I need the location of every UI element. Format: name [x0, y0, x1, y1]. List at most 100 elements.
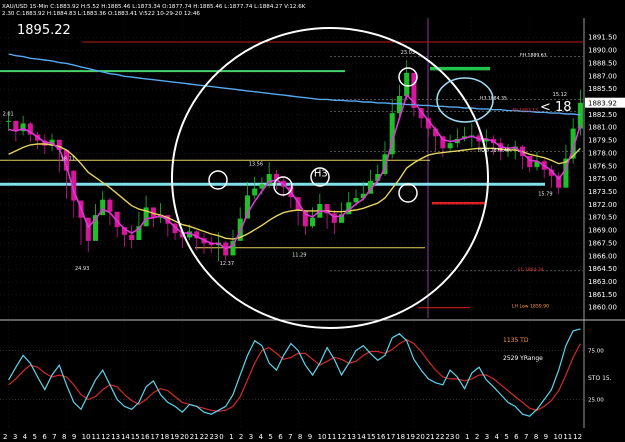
candle-body: [447, 143, 453, 149]
price-tick-label: 1878.00: [588, 149, 617, 157]
price-tick-label: 1890.00: [588, 47, 617, 55]
price-tick-label: 1887.00: [588, 72, 617, 80]
time-tick-label: 18: [160, 433, 169, 441]
trading-chart[interactable]: 2.0118.7124.9313.5612.3711.2923.0315.791…: [0, 0, 625, 442]
time-tick-label: 10: [82, 433, 91, 441]
level-annotation: RDIR 1878.40: [478, 148, 510, 154]
osc-label: STO 15.: [588, 375, 612, 382]
time-tick-label: 15: [367, 433, 376, 441]
time-tick-label: 7: [288, 433, 292, 441]
time-tick-label: 13: [347, 433, 356, 441]
time-tick-label: 8: [534, 433, 538, 441]
time-tick-label: 9: [544, 433, 548, 441]
level-annotation: FL 1864.34: [518, 267, 544, 273]
swing-label: 13.56: [249, 161, 263, 167]
price-tick-label: 1870.50: [588, 214, 617, 222]
time-tick-label: 11: [327, 433, 336, 441]
time-tick-label: 17: [150, 433, 159, 441]
arrow-label: < 18: [540, 100, 572, 115]
time-tick-label: 8: [62, 433, 66, 441]
price-tick-label: 1864.50: [588, 265, 617, 273]
time-tick-label: 5: [268, 433, 272, 441]
time-tick-label: 12: [573, 433, 582, 441]
candle-body: [310, 217, 316, 227]
price-tick-label: 1881.00: [588, 124, 617, 132]
price-tick-label: 1860.00: [588, 304, 617, 312]
time-tick-label: 19: [170, 433, 179, 441]
level-annotation: LH Low 1859.90: [512, 304, 549, 310]
price-tick-label: 1888.50: [588, 59, 617, 67]
level-annotation: FH 1889.63: [520, 53, 547, 59]
price-tick-label: 1866.00: [588, 252, 617, 260]
price-tick-label: 1863.00: [588, 278, 617, 286]
time-tick-label: 21: [426, 433, 435, 441]
price-tick-label: 1876.50: [588, 162, 617, 170]
time-tick-label: 21: [190, 433, 199, 441]
price-tick-label: 1869.00: [588, 227, 617, 235]
osc-label: 2529 YRange: [503, 355, 543, 362]
candle-body: [13, 120, 19, 132]
candle-body: [252, 188, 258, 196]
time-tick-label: 2: [475, 433, 479, 441]
time-tick-label: 4: [495, 433, 500, 441]
time-tick-label: 7: [524, 433, 528, 441]
time-tick-label: 23: [445, 433, 454, 441]
time-tick-label: 17: [386, 433, 395, 441]
swing-label: 24.93: [75, 266, 89, 272]
time-tick-label: 14: [357, 433, 366, 441]
big-price-label: 1895.22: [17, 23, 71, 38]
swing-label: 11.29: [292, 252, 306, 258]
candle-body: [353, 198, 359, 203]
time-tick-label: 0: [219, 433, 223, 441]
time-tick-label: 5: [32, 433, 36, 441]
time-tick-label: 6: [514, 433, 519, 441]
time-tick-label: 2: [3, 433, 7, 441]
swing-label: 18.71: [61, 156, 75, 162]
time-tick-label: 4: [23, 433, 28, 441]
time-tick-label: 22: [200, 433, 209, 441]
price-tick-label: 1872.00: [588, 201, 617, 209]
time-tick-label: 12: [337, 433, 346, 441]
price-tick-label: 1875.00: [588, 175, 617, 183]
time-tick-label: 0: [455, 433, 459, 441]
time-tick-label: 12: [101, 433, 110, 441]
time-tick-label: 10: [554, 433, 563, 441]
price-tick-label: 1861.50: [588, 291, 617, 299]
time-tick-label: 19: [406, 433, 415, 441]
time-tick-label: 15: [131, 433, 140, 441]
swing-label: 2.01: [3, 112, 14, 118]
osc-tick-label: 25.00: [588, 398, 604, 404]
candle-body: [404, 72, 410, 96]
current-price-label: 1883.92: [588, 100, 617, 108]
header-line-1: XAU/USD 15-Min C:1883.92 H:5.52 H:1885.4…: [2, 4, 306, 10]
time-tick-label: 23: [209, 433, 218, 441]
swing-label: 15.79: [538, 191, 552, 197]
time-tick-label: 8: [298, 433, 302, 441]
time-tick-label: 20: [416, 433, 425, 441]
time-tick-label: 5: [504, 433, 508, 441]
swing-label: 12.37: [220, 261, 234, 267]
price-tick-label: 1873.50: [588, 188, 617, 196]
osc-tick-label: 75.00: [588, 349, 604, 355]
time-tick-label: 6: [42, 433, 47, 441]
time-tick-label: 9: [72, 433, 76, 441]
level-annotation: 4P 1883.15: [512, 107, 538, 113]
time-tick-label: 1: [465, 433, 469, 441]
time-tick-label: 3: [485, 433, 489, 441]
time-axis: 2 3 4 5 6 7 8 9 10 11 12 13 14 15 16 17 18 19 20 21 22 23 0 1 2 3…: [3, 433, 582, 441]
osc-label: 1135 TD: [503, 337, 529, 344]
time-tick-label: 13: [111, 433, 120, 441]
time-tick-label: 9: [308, 433, 312, 441]
time-tick-label: 16: [377, 433, 386, 441]
header-line-2: 2.30 C:1883.92 H:1884.83 L:1883.36 O:188…: [2, 11, 200, 17]
time-tick-label: 10: [318, 433, 327, 441]
time-tick-label: 3: [13, 433, 17, 441]
price-tick-label: 1885.50: [588, 85, 617, 93]
time-tick-label: 3: [249, 433, 253, 441]
time-tick-label: 7: [52, 433, 56, 441]
swing-label: 15.12: [553, 92, 567, 98]
time-tick-label: 22: [436, 433, 445, 441]
time-tick-label: 2: [239, 433, 243, 441]
time-tick-label: 16: [141, 433, 150, 441]
time-tick-label: 11: [563, 433, 572, 441]
